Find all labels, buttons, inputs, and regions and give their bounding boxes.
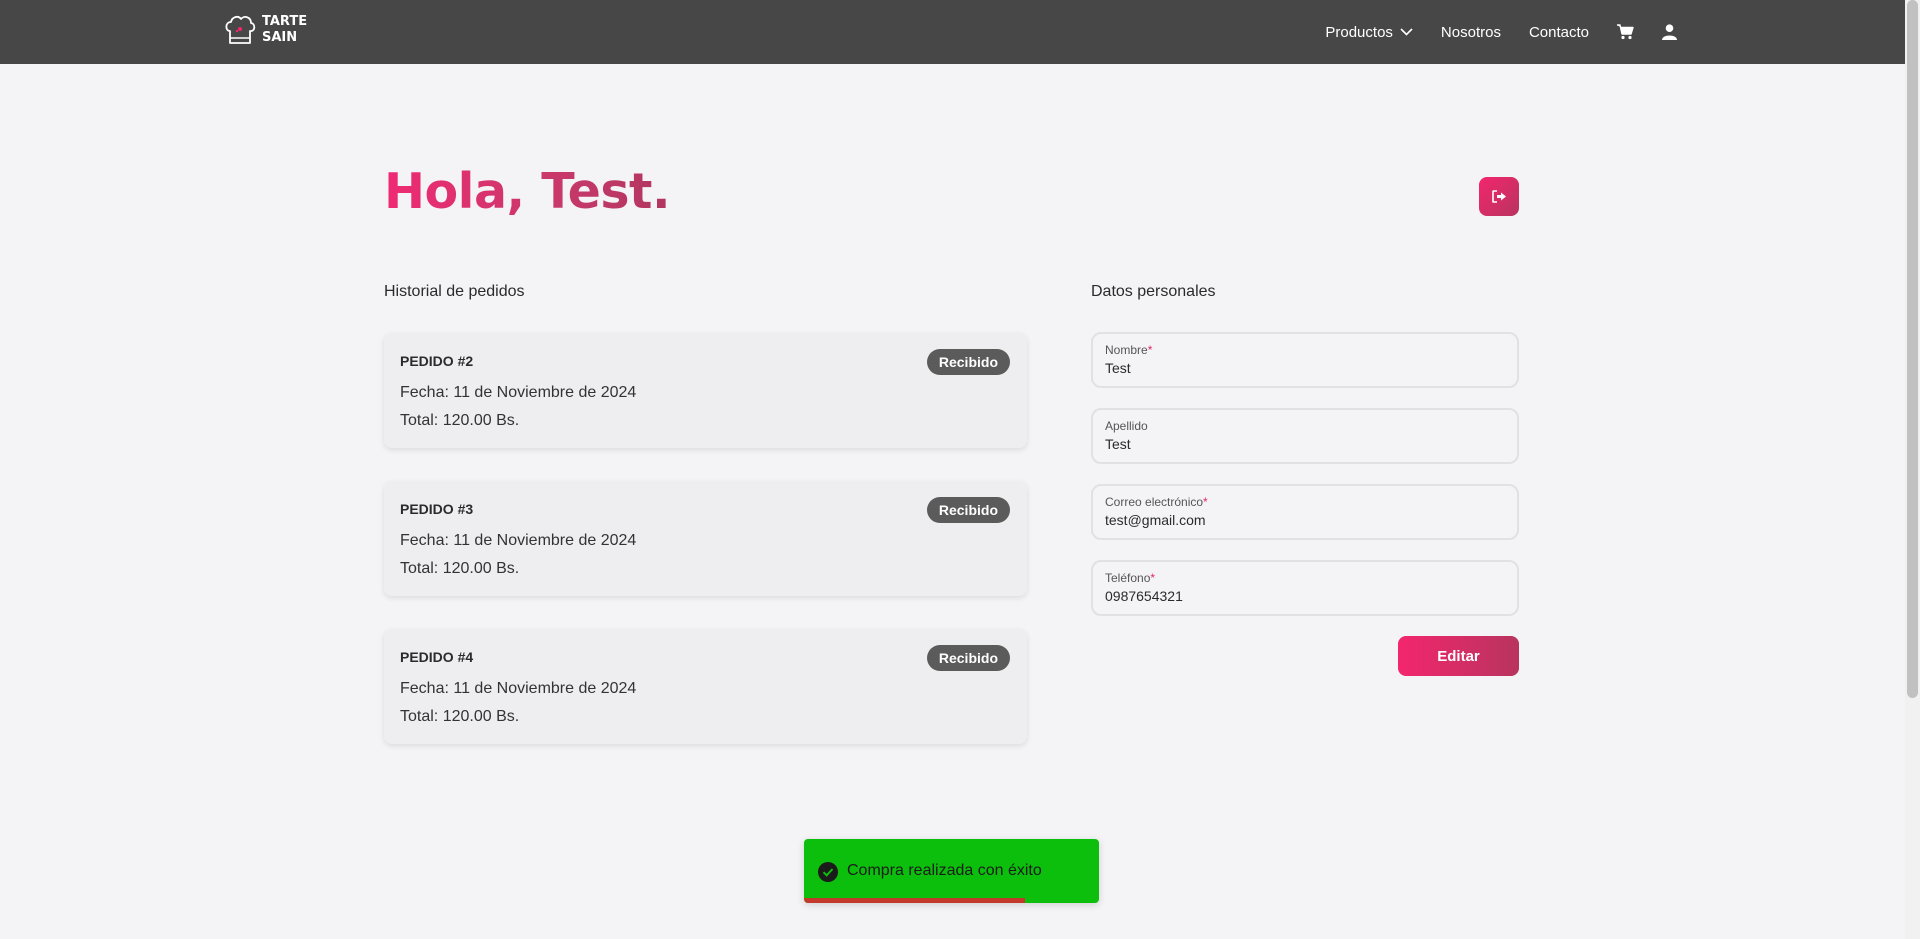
chef-hat-icon bbox=[225, 15, 256, 44]
cart-icon bbox=[1617, 24, 1634, 40]
order-date: Fecha: 11 de Noviembre de 2024 bbox=[400, 384, 637, 401]
email-input[interactable] bbox=[1105, 512, 1505, 528]
top-navbar: TARTE SAIN Productos Nosotros Contacto bbox=[0, 0, 1905, 64]
page-scrollbar[interactable] bbox=[1905, 0, 1920, 939]
order-id: PEDIDO #2 bbox=[400, 353, 474, 369]
status-badge: Recibido bbox=[926, 497, 1010, 523]
order-card[interactable]: PEDIDO #2 Fecha: 11 de Noviembre de 2024… bbox=[384, 333, 1027, 448]
required-marker: * bbox=[1150, 571, 1156, 585]
brand-logo[interactable]: TARTE SAIN bbox=[224, 13, 307, 47]
first-name-input[interactable] bbox=[1105, 360, 1505, 376]
brand-name: TARTE SAIN bbox=[262, 14, 307, 46]
last-name-field: Apellido bbox=[1091, 408, 1519, 464]
status-badge: Recibido bbox=[926, 645, 1010, 671]
nav-productos-label: Productos bbox=[1325, 23, 1393, 41]
account-button[interactable] bbox=[1662, 24, 1677, 40]
logout-icon bbox=[1491, 190, 1506, 203]
field-label-text: Apellido bbox=[1105, 419, 1148, 433]
main-nav: Productos Nosotros Contacto bbox=[1325, 0, 1677, 64]
last-name-input[interactable] bbox=[1105, 436, 1505, 452]
user-icon bbox=[1662, 24, 1677, 40]
order-date: Fecha: 11 de Noviembre de 2024 bbox=[400, 680, 637, 697]
first-name-field: Nombre* bbox=[1091, 332, 1519, 388]
order-card[interactable]: PEDIDO #4 Fecha: 11 de Noviembre de 2024… bbox=[384, 629, 1027, 744]
phone-field: Teléfono* bbox=[1091, 560, 1519, 616]
nav-contacto-label: Contacto bbox=[1528, 23, 1589, 41]
field-label-text: Correo electrónico bbox=[1105, 495, 1204, 509]
order-total: Total: 120.00 Bs. bbox=[400, 412, 520, 429]
order-total: Total: 120.00 Bs. bbox=[400, 708, 520, 725]
brand-line-2: SAIN bbox=[262, 30, 298, 45]
required-marker: * bbox=[1147, 343, 1153, 357]
order-card[interactable]: PEDIDO #3 Fecha: 11 de Noviembre de 2024… bbox=[384, 481, 1027, 596]
first-name-label: Nombre* bbox=[1105, 343, 1152, 357]
phone-label: Teléfono* bbox=[1105, 571, 1155, 585]
nav-contacto[interactable]: Contacto bbox=[1529, 24, 1589, 41]
nav-nosotros[interactable]: Nosotros bbox=[1441, 24, 1501, 41]
nav-nosotros-label: Nosotros bbox=[1440, 23, 1501, 41]
chevron-down-icon bbox=[1400, 28, 1413, 36]
brand-line-1: TARTE bbox=[262, 14, 308, 29]
logout-button[interactable] bbox=[1479, 177, 1519, 216]
edit-button[interactable]: Editar bbox=[1398, 636, 1519, 676]
order-date: Fecha: 11 de Noviembre de 2024 bbox=[400, 532, 637, 549]
personal-data-title: Datos personales bbox=[1091, 283, 1216, 300]
check-circle-icon bbox=[818, 862, 838, 882]
order-history-title: Historial de pedidos bbox=[384, 283, 525, 300]
order-id: PEDIDO #4 bbox=[400, 649, 474, 665]
email-label: Correo electrónico* bbox=[1105, 495, 1208, 509]
order-id: PEDIDO #3 bbox=[400, 501, 474, 517]
last-name-label: Apellido bbox=[1105, 419, 1148, 433]
order-total: Total: 120.00 Bs. bbox=[400, 560, 520, 577]
field-label-text: Teléfono bbox=[1105, 571, 1151, 585]
nav-productos[interactable]: Productos bbox=[1325, 24, 1413, 41]
greeting-title: Hola, Test. bbox=[384, 163, 671, 220]
toast-message: Compra realizada con éxito bbox=[847, 862, 1042, 879]
cart-button[interactable] bbox=[1617, 24, 1634, 40]
required-marker: * bbox=[1203, 495, 1208, 509]
email-field: Correo electrónico* bbox=[1091, 484, 1519, 540]
scrollbar-thumb[interactable] bbox=[1907, 0, 1918, 698]
status-badge: Recibido bbox=[926, 349, 1010, 375]
phone-input[interactable] bbox=[1105, 588, 1505, 604]
success-toast[interactable]: Compra realizada con éxito bbox=[804, 839, 1099, 903]
toast-progress-bar bbox=[804, 898, 1026, 903]
field-label-text: Nombre bbox=[1105, 343, 1148, 357]
